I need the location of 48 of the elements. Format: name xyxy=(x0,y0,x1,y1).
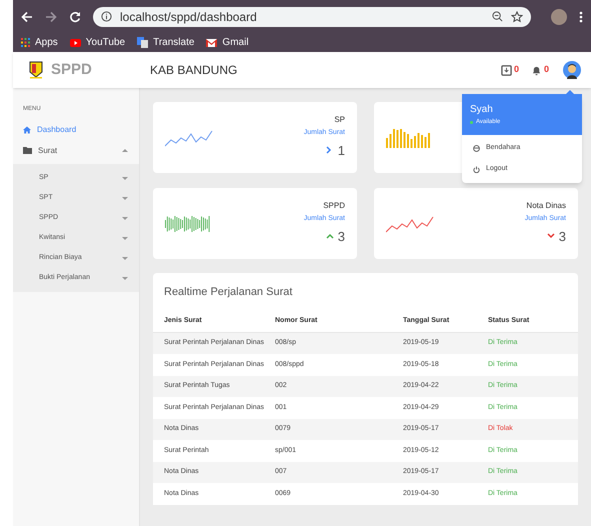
user-avatar-icon[interactable] xyxy=(563,61,581,79)
home-icon xyxy=(23,126,31,134)
card-title: SPPD xyxy=(323,200,345,212)
apps-grid-icon xyxy=(21,38,30,47)
card-title: SP xyxy=(334,114,345,126)
reload-icon[interactable] xyxy=(69,10,81,22)
notification-count: 0 xyxy=(544,63,549,76)
bookmark-link[interactable]: YouTube xyxy=(86,35,126,50)
bookmark-link[interactable]: Apps xyxy=(35,35,58,50)
chevron-down-icon xyxy=(546,232,555,240)
inbox-count: 0 xyxy=(514,63,519,76)
card-value: 1 xyxy=(338,144,345,156)
user-name: Syah xyxy=(470,103,494,117)
play-logo-icon xyxy=(70,38,81,46)
caret-up-icon xyxy=(122,149,128,152)
forward-arrow-icon[interactable] xyxy=(45,10,57,22)
bell-icon[interactable] xyxy=(530,64,542,76)
bookmark-link[interactable]: Translate xyxy=(153,35,194,50)
info-icon xyxy=(101,11,112,22)
header-title: KAB BANDUNG xyxy=(150,62,238,79)
profile-avatar[interactable] xyxy=(551,8,567,24)
table-title: Realtime Perjalanan Surat xyxy=(163,285,294,300)
card-value: 3 xyxy=(558,230,566,242)
chevron-right-icon xyxy=(326,146,334,154)
caret-down-icon xyxy=(122,216,128,220)
app-logo-text: SPPD xyxy=(51,60,92,80)
caret-down-icon xyxy=(122,256,128,260)
zoom-out-icon[interactable] xyxy=(492,11,503,22)
star-icon[interactable] xyxy=(511,10,523,22)
url-text: localhost/sppd/dashboard xyxy=(120,8,258,26)
translate-logo-icon xyxy=(137,37,148,48)
back-arrow-icon[interactable] xyxy=(21,10,33,22)
caret-down-icon xyxy=(122,276,128,280)
caret-down-icon xyxy=(122,196,128,200)
caret-down-icon xyxy=(122,176,128,180)
more-menu-icon[interactable] xyxy=(579,10,583,22)
emblem-logo-icon xyxy=(29,61,43,79)
chevron-up-icon xyxy=(326,232,334,240)
card-title: Nota Dinas xyxy=(526,200,566,212)
bookmark-link[interactable]: Gmail xyxy=(222,35,249,50)
power-icon xyxy=(473,166,480,173)
folder-icon xyxy=(23,147,32,154)
inbox-icon[interactable] xyxy=(500,64,512,76)
mail-logo-icon xyxy=(206,38,218,46)
address-bar[interactable]: localhost/sppd/dashboard xyxy=(93,6,531,26)
caret-down-icon xyxy=(122,236,128,240)
sidebar-item[interactable]: Surat xyxy=(38,144,116,156)
card-value: 3 xyxy=(338,230,345,242)
